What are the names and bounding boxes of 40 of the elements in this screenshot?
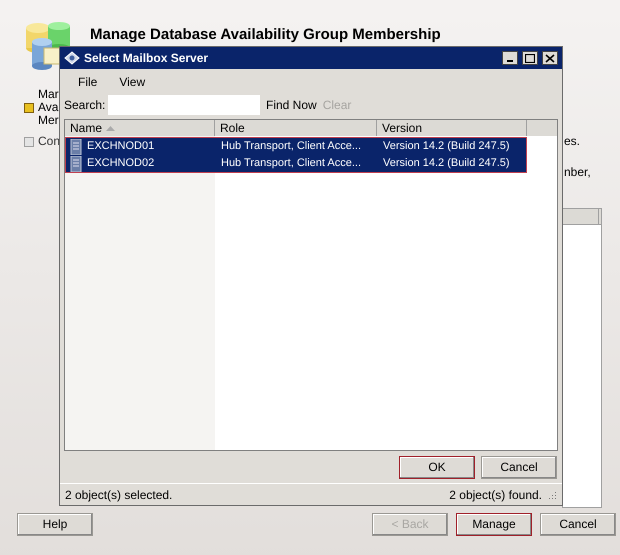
version-cell: Version 14.2 (Build 247.5)	[383, 140, 510, 152]
dialog-title: Select Mailbox Server	[84, 50, 210, 67]
app-icon	[64, 51, 80, 65]
name-cell-text: EXCHNOD01	[87, 139, 154, 154]
sort-up-icon	[106, 126, 116, 130]
server-row[interactable]: EXCHNOD01 Hub Transport, Client Acce... Version 14.2 (Build 247.5)	[66, 138, 526, 155]
server-row[interactable]: EXCHNOD02 Hub Transport, Client Acce... Version 14.2 (Build 247.5)	[66, 155, 526, 172]
minimize-icon	[507, 60, 513, 62]
wizard-button[interactable]: Cancel	[540, 512, 616, 536]
wizard-button[interactable]: Manage	[456, 512, 532, 536]
version-cell: Version 14.2 (Build 247.5)	[383, 157, 510, 170]
column-header[interactable]: Version	[377, 120, 527, 136]
resize-grip-icon	[547, 490, 557, 500]
description-text: es.	[564, 133, 582, 150]
step-label: Con	[38, 135, 60, 148]
status-selected: 2 object(s) selected.	[65, 486, 172, 504]
wizard-title: Manage Database Availability Group Membership	[90, 26, 441, 43]
status-found: 2 object(s) found.	[449, 486, 542, 504]
server-icon	[70, 138, 82, 154]
menu-item[interactable]: File	[78, 72, 98, 90]
search-label: Search:	[64, 97, 106, 114]
menu-item[interactable]: View	[119, 72, 146, 90]
name-cell-text: EXCHNOD02	[87, 156, 154, 172]
close-button[interactable]	[542, 51, 558, 65]
column-header[interactable]: Name	[65, 120, 215, 136]
close-icon	[545, 54, 555, 62]
minimize-button[interactable]	[502, 51, 518, 65]
server-icon	[70, 156, 82, 172]
dialog-button[interactable]: Cancel	[481, 456, 557, 478]
search-action-button[interactable]: Find Now	[266, 96, 317, 114]
search-field[interactable]	[108, 95, 260, 115]
maximize-button[interactable]	[522, 51, 538, 65]
wizard-button[interactable]: Help	[17, 512, 93, 536]
maximize-icon	[525, 54, 535, 62]
role-cell: Hub Transport, Client Acce...	[221, 157, 362, 170]
role-cell: Hub Transport, Client Acce...	[221, 140, 362, 152]
dialog-button[interactable]: OK	[399, 456, 475, 478]
description-text: nber,	[564, 164, 591, 181]
step-label: Mar Ava Mer	[38, 88, 59, 127]
column-header[interactable]: Role	[215, 120, 377, 136]
